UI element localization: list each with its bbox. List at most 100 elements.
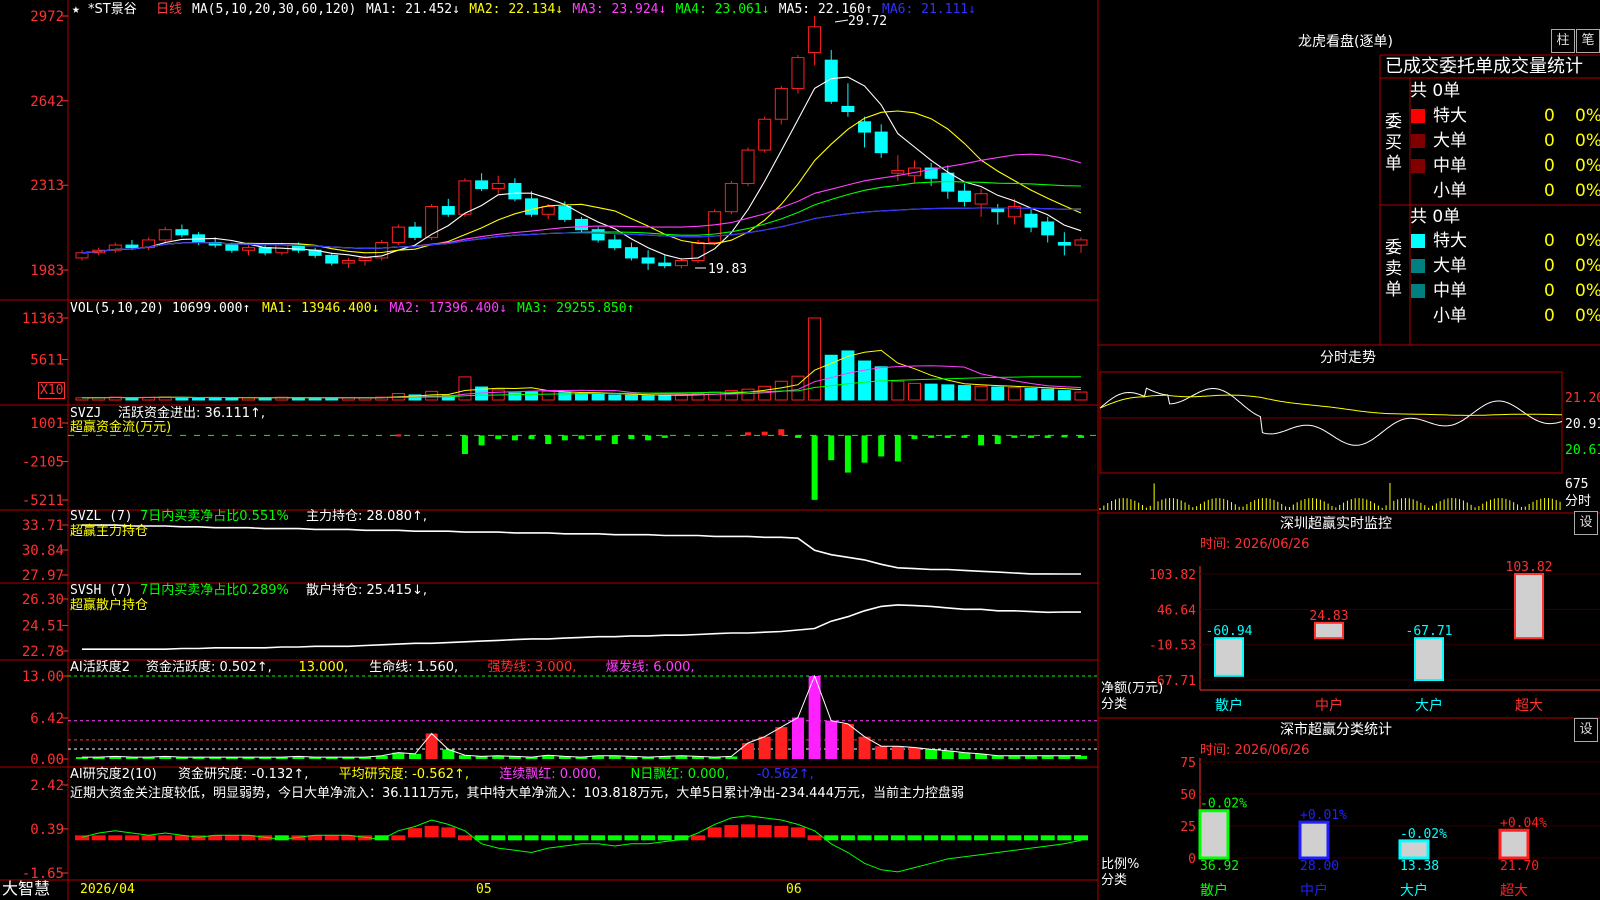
candle	[1057, 242, 1071, 246]
ai2-bar	[524, 835, 539, 841]
monitor-axis-label: 46.64	[1157, 603, 1196, 618]
volume-bar	[741, 388, 755, 401]
axis-label-ai: 0.00	[30, 752, 64, 768]
period-label[interactable]: 日线	[156, 2, 182, 17]
lhb-row-n: 0	[1544, 281, 1555, 301]
ai2-bar	[641, 835, 656, 841]
ai-bar	[891, 746, 904, 759]
svzj-bar	[511, 435, 518, 441]
svzj-bar	[595, 435, 602, 441]
lhb-row-pct: 0%	[1575, 106, 1600, 126]
svzj-bar	[1011, 435, 1018, 438]
axis-label-svzj: -2105	[22, 455, 64, 471]
favorite-star-icon[interactable]: ★	[72, 2, 80, 17]
svzj-bar	[878, 435, 885, 457]
header-item: 13.000,	[298, 660, 349, 675]
bar-mode-button[interactable]: 柱	[1551, 29, 1575, 53]
stats-change: +0.01%	[1300, 808, 1347, 823]
svzl-line2: 超赢主力持仓	[70, 524, 149, 539]
svzj-bar	[628, 435, 635, 440]
ai2-bar	[757, 825, 772, 838]
vol-name: VOL(5,10,20)	[70, 301, 164, 316]
candle	[541, 206, 555, 215]
tick-mode-button[interactable]: 笔	[1576, 29, 1600, 53]
ai-bar	[925, 749, 938, 759]
candle	[591, 229, 605, 241]
ai2-name: AI研究度2(10)	[70, 767, 157, 782]
ai2-bar	[1024, 835, 1039, 841]
candle	[658, 262, 672, 267]
date-label: 2026/04	[80, 882, 135, 897]
monitor-settings-button[interactable]: 设	[1574, 511, 1598, 535]
candle	[158, 229, 172, 241]
axis-label-vol: 11363	[22, 311, 64, 327]
ai-bar	[958, 752, 971, 759]
stats-category: 超大	[1500, 883, 1528, 899]
ai2-bar	[557, 835, 572, 841]
svzj-bar	[578, 435, 585, 440]
svsh-line2: 超赢散户持仓	[70, 598, 149, 613]
volume-bar	[508, 392, 522, 401]
svzl-line	[82, 524, 1081, 575]
ai-bar	[775, 727, 788, 759]
lhb-row-n: 0	[1544, 131, 1555, 151]
volume-bar	[891, 380, 905, 401]
ai-bar	[875, 746, 888, 759]
ai-bar	[791, 717, 804, 759]
stats-axis-label: 25	[1180, 820, 1196, 835]
svzj-bar	[861, 435, 868, 463]
candle	[425, 206, 439, 238]
ai2-bar	[741, 824, 755, 838]
lhb-subtitle: 已成交委托单成交量统计	[1385, 56, 1583, 77]
ai2-bar	[541, 835, 556, 841]
low-marker: 19.83	[708, 262, 748, 277]
svzj-bar	[778, 429, 785, 436]
monitor-bar-value: 24.83	[1309, 609, 1348, 624]
volume-bar	[641, 395, 655, 401]
ai2-bar	[957, 835, 972, 841]
month-06: 06	[786, 882, 802, 897]
ai2-bar	[591, 835, 606, 841]
candle	[558, 206, 572, 220]
monitor-bar	[1214, 637, 1244, 677]
svzj-bar	[928, 435, 935, 438]
svzj-bar	[761, 431, 768, 436]
candle	[441, 206, 455, 215]
ai2-bar	[874, 835, 889, 841]
ai-bar	[742, 743, 754, 759]
stats-value: 13.38	[1400, 859, 1439, 874]
candle	[974, 193, 988, 205]
candle	[991, 208, 1005, 213]
header-item: MA3: 29255.850↑	[517, 301, 635, 316]
axis-label-price: 2642	[30, 94, 64, 110]
axis-label-svzl: 33.71	[22, 518, 64, 534]
stats-category: 大户	[1400, 882, 1428, 899]
stats-value: 28.00	[1300, 859, 1339, 874]
monitor-category: 中户	[1315, 697, 1343, 714]
svzj-bar	[844, 435, 851, 473]
svzj-bar	[1044, 435, 1051, 438]
axis-label-price: 2313	[30, 178, 64, 194]
fs-price-line	[1099, 387, 1563, 446]
svzj-bar	[1061, 435, 1068, 438]
stats-bar	[1398, 839, 1430, 860]
candle	[874, 131, 888, 154]
svzj-bar	[461, 435, 468, 455]
lhb-row-name: 中单	[1433, 281, 1467, 301]
candle	[741, 149, 755, 184]
volume-bar	[1074, 391, 1088, 401]
stats-settings-button[interactable]: 设	[1574, 718, 1598, 742]
svzj-bar	[645, 435, 652, 441]
stats-ylabel: 比例%	[1101, 857, 1140, 872]
lhb-row-pct: 0%	[1575, 156, 1600, 176]
legend-swatch	[1411, 134, 1425, 148]
legend-swatch	[1411, 159, 1425, 173]
stats-axis-label: 0	[1188, 852, 1196, 867]
monitor-time: 时间: 2026/06/26	[1200, 537, 1310, 552]
header-item: MA3: 23.924↓	[572, 2, 667, 17]
header-item: 爆发线: 6.000,	[605, 660, 695, 675]
candle	[858, 121, 872, 133]
candle	[674, 259, 688, 267]
candle	[175, 229, 189, 236]
candle	[458, 180, 472, 215]
